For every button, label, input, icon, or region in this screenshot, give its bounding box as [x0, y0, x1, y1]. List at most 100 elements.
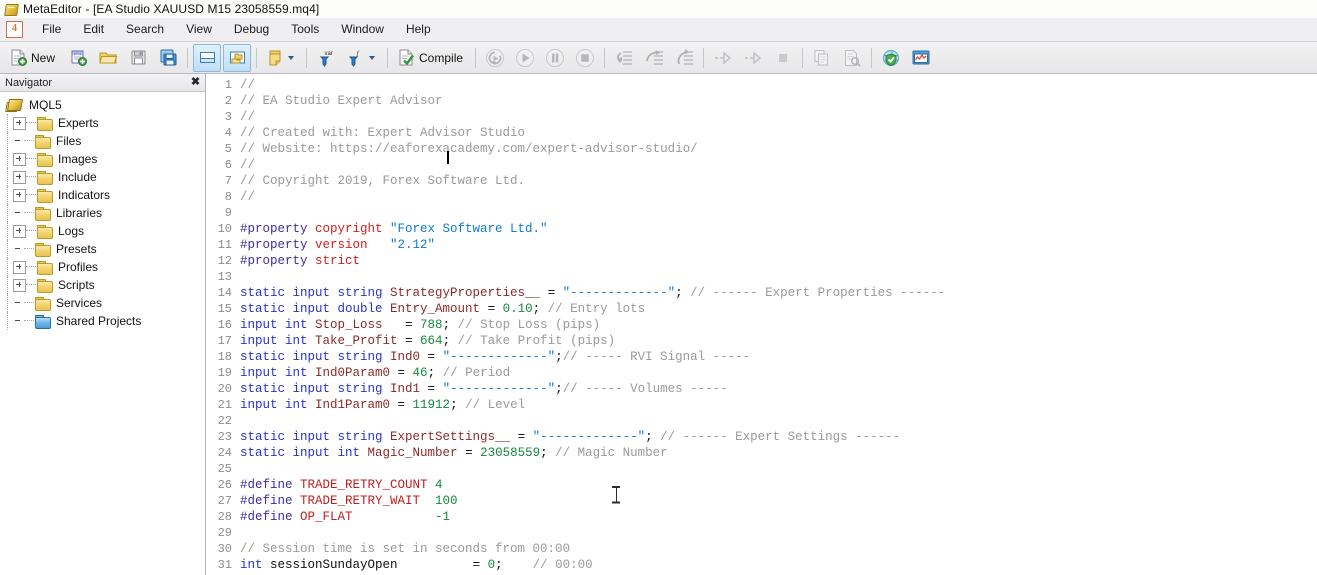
function-dropdown-caret[interactable] [369, 56, 375, 60]
code-text[interactable]: #define OP_FLAT -1 [236, 509, 1317, 525]
tree-item-shared-projects[interactable]: Shared Projects [0, 312, 205, 330]
code-text[interactable]: // [236, 157, 1317, 173]
pause-button[interactable] [541, 44, 569, 72]
code-line[interactable]: 3// [206, 109, 1317, 125]
code-line[interactable]: 11#property version "2.12" [206, 237, 1317, 253]
expand-plus-icon[interactable] [13, 261, 26, 274]
code-line[interactable]: 13 [206, 269, 1317, 285]
code-text[interactable]: // [236, 109, 1317, 125]
menu-help[interactable]: Help [395, 19, 442, 40]
insert-function-button[interactable]: f [342, 44, 382, 72]
tree-root-mql5[interactable]: MQL5 [0, 96, 205, 114]
expand-plus-icon[interactable] [13, 153, 26, 166]
code-lines-container[interactable]: 1//2// EA Studio Expert Advisor3//4// Cr… [206, 74, 1317, 575]
expand-plus-icon[interactable] [13, 171, 26, 184]
run-button[interactable] [511, 44, 539, 72]
step-over-button[interactable] [640, 44, 668, 72]
save-button[interactable] [124, 44, 152, 72]
code-text[interactable]: static input int Magic_Number = 23058559… [236, 445, 1317, 461]
code-text[interactable]: // [236, 189, 1317, 205]
bookmark-button[interactable] [262, 44, 301, 72]
tree-item-profiles[interactable]: Profiles [0, 258, 205, 276]
code-line[interactable]: 17input int Take_Profit = 664; // Take P… [206, 333, 1317, 349]
tree-item-include[interactable]: Include [0, 168, 205, 186]
code-line[interactable]: 29 [206, 525, 1317, 541]
code-line[interactable]: 30// Session time is set in seconds from… [206, 541, 1317, 557]
code-text[interactable] [236, 461, 1317, 477]
menu-edit[interactable]: Edit [72, 19, 115, 40]
code-text[interactable]: static input string Ind0 = "------------… [236, 349, 1317, 365]
new-file-button[interactable]: New [5, 44, 62, 72]
code-line[interactable]: 7// Copyright 2019, Forex Software Ltd. [206, 173, 1317, 189]
menu-file[interactable]: File [31, 19, 72, 40]
go-to-prev-button[interactable] [739, 44, 767, 72]
compile-button[interactable]: Compile [393, 44, 470, 72]
menu-debug[interactable]: Debug [223, 19, 280, 40]
code-text[interactable]: int sessionSundayOpen = 0; // 00:00 [236, 557, 1317, 573]
step-out-button[interactable] [670, 44, 698, 72]
step-into-button[interactable] [610, 44, 638, 72]
code-line[interactable]: 22 [206, 413, 1317, 429]
expand-plus-icon[interactable] [13, 279, 26, 292]
tree-item-libraries[interactable]: Libraries [0, 204, 205, 222]
tree-item-scripts[interactable]: Scripts [0, 276, 205, 294]
code-text[interactable]: #define TRADE_RETRY_COUNT 4 [236, 477, 1317, 493]
code-line[interactable]: 2// EA Studio Expert Advisor [206, 93, 1317, 109]
code-text[interactable]: static input string Ind1 = "------------… [236, 381, 1317, 397]
code-line[interactable]: 27#define TRADE_RETRY_WAIT 100 [206, 493, 1317, 509]
tree-item-indicators[interactable]: Indicators [0, 186, 205, 204]
code-text[interactable] [236, 269, 1317, 285]
code-text[interactable] [236, 525, 1317, 541]
code-text[interactable]: // Website: https://eaforexacademy.com/e… [236, 141, 1317, 157]
code-line[interactable]: 18static input string Ind0 = "----------… [206, 349, 1317, 365]
menu-view[interactable]: View [175, 19, 223, 40]
inspect-file-button[interactable] [838, 44, 866, 72]
code-line[interactable]: 21input int Ind1Param0 = 11912; // Level [206, 397, 1317, 413]
close-icon[interactable]: ✖ [189, 76, 202, 89]
code-line[interactable]: 28#define OP_FLAT -1 [206, 509, 1317, 525]
menu-window[interactable]: Window [330, 19, 395, 40]
menu-tools[interactable]: Tools [280, 19, 330, 40]
open-file-button[interactable] [94, 44, 122, 72]
code-line[interactable]: 5// Website: https://eaforexacademy.com/… [206, 141, 1317, 157]
code-line[interactable]: 6// [206, 157, 1317, 173]
toggle-toolbox-button[interactable] [193, 44, 221, 72]
tree-item-images[interactable]: Images [0, 150, 205, 168]
mql5-community-button[interactable] [877, 44, 905, 72]
stop-button[interactable] [571, 44, 599, 72]
code-text[interactable]: input int Ind1Param0 = 11912; // Level [236, 397, 1317, 413]
code-text[interactable]: #property strict [236, 253, 1317, 269]
restart-button[interactable] [481, 44, 509, 72]
code-line[interactable]: 16input int Stop_Loss = 788; // Stop Los… [206, 317, 1317, 333]
code-text[interactable] [236, 205, 1317, 221]
code-text[interactable]: // Created with: Expert Advisor Studio [236, 125, 1317, 141]
stop-debug-button[interactable] [769, 44, 797, 72]
code-text[interactable]: // EA Studio Expert Advisor [236, 93, 1317, 109]
expand-plus-icon[interactable] [13, 117, 26, 130]
code-line[interactable]: 4// Created with: Expert Advisor Studio [206, 125, 1317, 141]
code-text[interactable]: // [236, 77, 1317, 93]
tree-item-files[interactable]: Files [0, 132, 205, 150]
code-text[interactable]: input int Stop_Loss = 788; // Stop Loss … [236, 317, 1317, 333]
code-text[interactable]: // Session time is set in seconds from 0… [236, 541, 1317, 557]
code-text[interactable]: // Copyright 2019, Forex Software Ltd. [236, 173, 1317, 189]
code-line[interactable]: 20static input string Ind1 = "----------… [206, 381, 1317, 397]
open-terminal-button[interactable] [907, 44, 935, 72]
navigator-tree[interactable]: MQL5 ExpertsFilesImagesIncludeIndicators… [0, 92, 205, 575]
code-line[interactable]: 10#property copyright "Forex Software Lt… [206, 221, 1317, 237]
code-editor[interactable]: 1//2// EA Studio Expert Advisor3//4// Cr… [206, 74, 1317, 575]
code-line[interactable]: 25 [206, 461, 1317, 477]
expand-plus-icon[interactable] [13, 225, 26, 238]
tree-item-logs[interactable]: Logs [0, 222, 205, 240]
code-text[interactable]: #property version "2.12" [236, 237, 1317, 253]
go-to-next-button[interactable] [709, 44, 737, 72]
code-line[interactable]: 14static input string StrategyProperties… [206, 285, 1317, 301]
copy-files-button[interactable] [808, 44, 836, 72]
tree-item-experts[interactable]: Experts [0, 114, 205, 132]
bookmark-dropdown-caret[interactable] [288, 56, 294, 60]
code-line[interactable]: 8// [206, 189, 1317, 205]
new-project-button[interactable]: proj [64, 44, 92, 72]
insert-variable-button[interactable]: var [312, 44, 340, 72]
code-line[interactable]: 1// [206, 77, 1317, 93]
code-text[interactable]: #define TRADE_RETRY_WAIT 100 [236, 493, 1317, 509]
